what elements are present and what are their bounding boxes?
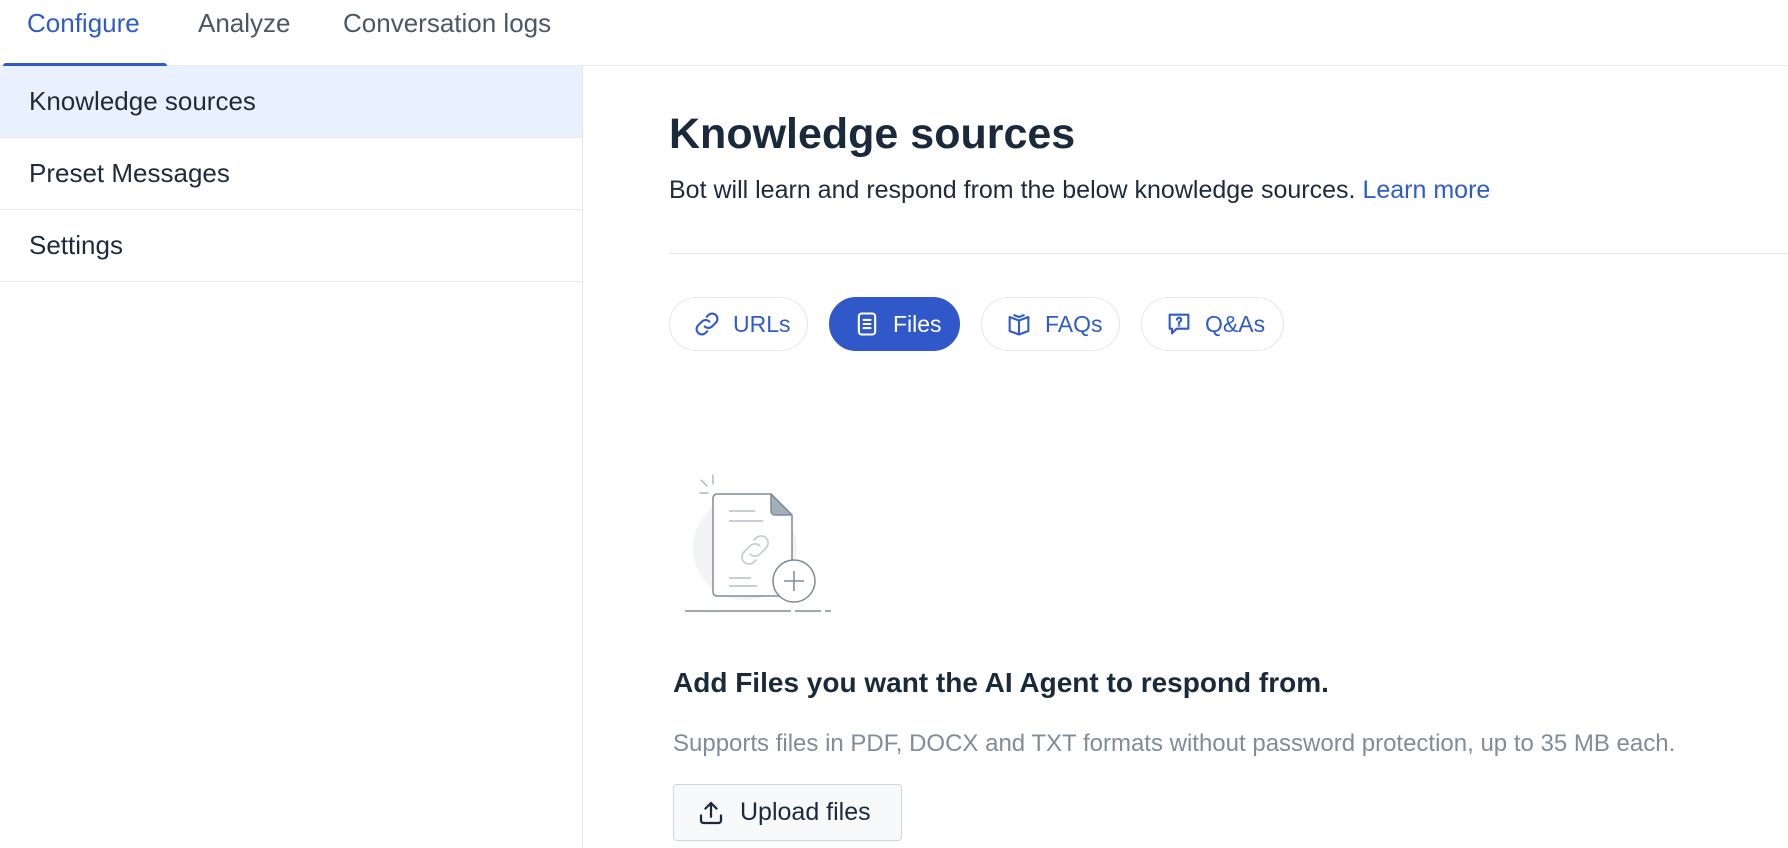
tab-urls-label: URLs <box>733 310 791 337</box>
sidebar-item-knowledge-sources[interactable]: Knowledge sources <box>0 66 582 138</box>
main-content: Knowledge sources Bot will learn and res… <box>584 66 1788 848</box>
sidebar-item-label: Preset Messages <box>29 158 230 188</box>
sidebar-item-settings[interactable]: Settings <box>0 210 582 282</box>
divider <box>669 253 1788 254</box>
book-icon <box>1005 310 1033 338</box>
page-title: Knowledge sources <box>669 110 1076 158</box>
tab-files[interactable]: Files <box>829 297 960 351</box>
chat-question-icon <box>1165 310 1193 338</box>
file-icon <box>853 310 881 338</box>
top-tab-bar: Configure Analyze Conversation logs <box>0 0 1788 69</box>
tab-urls[interactable]: URLs <box>669 297 808 351</box>
tab-faqs[interactable]: FAQs <box>981 297 1120 351</box>
sidebar: Knowledge sources Preset Messages Settin… <box>0 66 583 848</box>
tab-analyze[interactable]: Analyze <box>198 0 291 66</box>
learn-more-link[interactable]: Learn more <box>1362 176 1490 204</box>
empty-state-description: Supports files in PDF, DOCX and TXT form… <box>673 730 1676 757</box>
empty-state-heading: Add Files you want the AI Agent to respo… <box>673 667 1329 698</box>
sidebar-item-label: Settings <box>29 230 123 260</box>
sidebar-item-label: Knowledge sources <box>29 86 256 116</box>
upload-icon <box>696 798 726 828</box>
tab-qas-label: Q&As <box>1205 310 1266 337</box>
tab-files-label: Files <box>893 310 942 337</box>
tab-faqs-label: FAQs <box>1045 310 1103 337</box>
tab-qas[interactable]: Q&As <box>1141 297 1284 351</box>
add-file-illustration <box>681 468 841 628</box>
link-icon <box>693 310 721 338</box>
tab-conversation-logs[interactable]: Conversation logs <box>343 0 551 66</box>
tab-configure[interactable]: Configure <box>27 0 140 66</box>
subtitle-text: Bot will learn and respond from the belo… <box>669 176 1356 204</box>
upload-files-button[interactable]: Upload files <box>673 784 902 841</box>
sidebar-item-preset-messages[interactable]: Preset Messages <box>0 138 582 210</box>
upload-files-label: Upload files <box>740 798 871 826</box>
page-subtitle: Bot will learn and respond from the belo… <box>669 176 1490 205</box>
